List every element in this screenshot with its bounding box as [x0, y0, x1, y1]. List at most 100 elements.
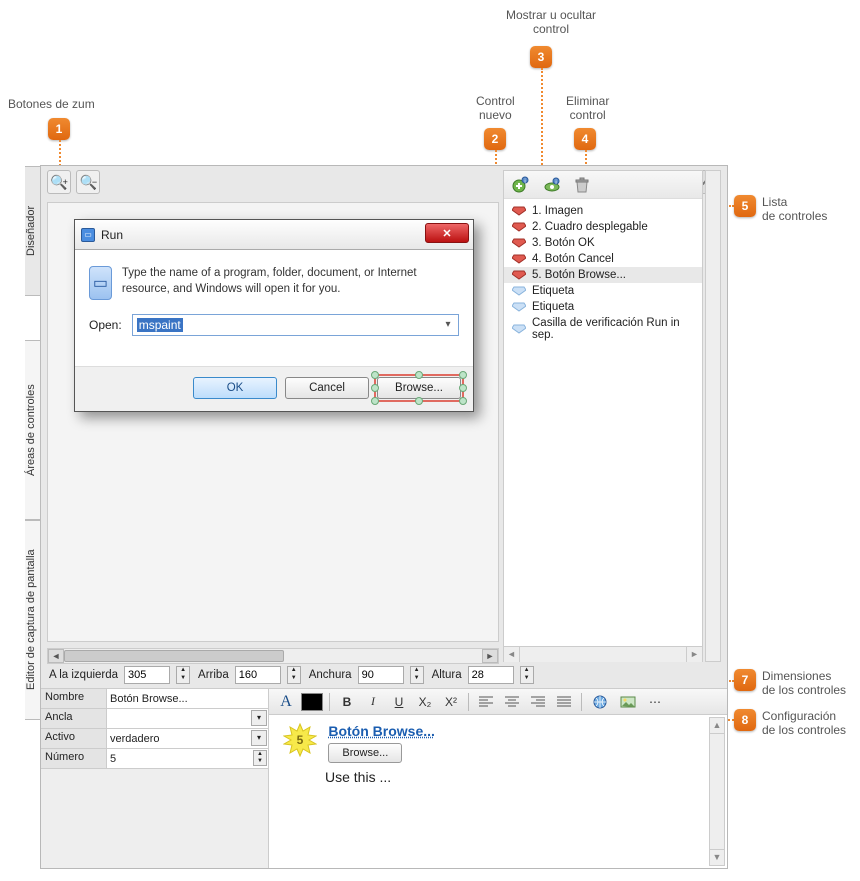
prop-anchor-label: Ancla — [41, 709, 107, 728]
controls-panel: i i 1. Imagen 2. Cuadro desplegable 3. Bot… — [503, 170, 703, 662]
height-input[interactable] — [468, 666, 514, 684]
delete-control-button[interactable] — [572, 175, 592, 195]
zoom-in-button[interactable]: 🔍+ — [47, 170, 71, 194]
callout-marker-3: 3 — [530, 46, 552, 68]
ok-button[interactable]: OK — [193, 377, 277, 399]
scroll-track[interactable] — [520, 647, 686, 662]
scroll-thumb[interactable] — [64, 650, 284, 662]
editor-content[interactable]: 5 Botón Browse... Browse... Use this ... — [269, 715, 727, 793]
resize-handle[interactable] — [371, 371, 379, 379]
resize-handle[interactable] — [371, 397, 379, 405]
tab-screenshot-editor[interactable]: Editor de captura de pantalla — [25, 520, 41, 720]
run-dialog-titlebar[interactable]: ▭ Run ✕ — [75, 220, 473, 250]
prop-anchor-value[interactable]: ▾ — [107, 709, 268, 728]
control-list-item[interactable]: 4. Botón Cancel — [504, 251, 702, 267]
italic-button[interactable]: I — [362, 692, 384, 712]
align-justify-button[interactable] — [553, 692, 575, 712]
design-canvas[interactable]: ▭ Run ✕ ▭ Type the name of a program, fo… — [47, 202, 499, 642]
zoom-out-button[interactable]: 🔍− — [76, 170, 100, 194]
height-spinner[interactable]: ▲▼ — [520, 666, 534, 684]
insert-link-button[interactable] — [588, 692, 612, 712]
callout-zoom-label: Botones de zum — [8, 97, 95, 111]
scroll-left-arrow[interactable]: ◄ — [48, 649, 64, 663]
scroll-down-arrow[interactable]: ▼ — [710, 849, 724, 865]
control-list-item[interactable]: Casilla de verificación Run in sep. — [504, 315, 702, 343]
cancel-button[interactable]: Cancel — [285, 377, 369, 399]
callout-list-label: Lista de controles — [762, 195, 827, 224]
gem-icon — [512, 254, 526, 264]
controls-vertical-scrollbar[interactable] — [705, 170, 721, 662]
align-center-button[interactable] — [501, 692, 523, 712]
control-item-label: 2. Cuadro desplegable — [532, 221, 648, 233]
controls-toolbar: i i — [504, 171, 702, 199]
scroll-left-arrow[interactable]: ◄ — [504, 647, 520, 662]
scroll-track[interactable] — [64, 649, 482, 663]
scroll-up-arrow[interactable]: ▲ — [710, 718, 724, 734]
properties-panel: NombreBotón Browse... Ancla▾ Activoverda… — [41, 688, 269, 868]
top-label: Arriba — [198, 669, 229, 681]
control-list-item[interactable]: Etiqueta — [504, 299, 702, 315]
browse-button[interactable]: Browse... — [377, 377, 461, 399]
callout-new-label: Control nuevo — [476, 94, 515, 123]
number-spinner[interactable]: ▲▼ — [253, 750, 267, 766]
more-button[interactable]: ⋯ — [644, 692, 666, 712]
gem-icon — [512, 206, 526, 216]
subscript-button[interactable]: X₂ — [414, 692, 436, 712]
caption-title[interactable]: Botón Browse... — [328, 723, 435, 739]
control-item-label: 1. Imagen — [532, 205, 583, 217]
controls-horizontal-scrollbar[interactable]: ◄ ► — [504, 646, 702, 662]
insert-image-button[interactable] — [616, 692, 640, 712]
canvas-horizontal-scrollbar[interactable]: ◄ ► — [47, 648, 499, 664]
svg-text:5: 5 — [297, 733, 304, 747]
top-spinner[interactable]: ▲▼ — [287, 666, 301, 684]
prop-number-value[interactable]: 5▲▼ — [107, 749, 268, 768]
align-left-button[interactable] — [475, 692, 497, 712]
control-list-item[interactable]: 2. Cuadro desplegable — [504, 219, 702, 235]
resize-handle[interactable] — [371, 384, 379, 392]
resize-handle[interactable] — [415, 371, 423, 379]
scroll-right-arrow[interactable]: ► — [686, 647, 702, 662]
left-input[interactable] — [124, 666, 170, 684]
tab-designer[interactable]: Diseñador — [25, 166, 41, 296]
resize-handle[interactable] — [459, 371, 467, 379]
underline-button[interactable]: U — [388, 692, 410, 712]
resize-handle[interactable] — [415, 397, 423, 405]
control-list-item[interactable]: Etiqueta — [504, 283, 702, 299]
left-spinner[interactable]: ▲▼ — [176, 666, 190, 684]
scroll-right-arrow[interactable]: ► — [482, 649, 498, 663]
callout-del-label: Eliminar control — [566, 94, 609, 123]
prop-active-value[interactable]: verdadero▾ — [107, 729, 268, 748]
prop-name-value[interactable]: Botón Browse... — [107, 689, 268, 708]
toggle-visibility-button[interactable]: i — [542, 175, 562, 195]
control-list-item[interactable]: 5. Botón Browse... — [504, 267, 702, 283]
chevron-down-icon[interactable]: ▾ — [251, 710, 267, 726]
callout-dims-label: Dimensiones de los controles — [762, 669, 846, 698]
control-list-item[interactable]: 1. Imagen — [504, 203, 702, 219]
run-description: Type the name of a program, folder, docu… — [122, 266, 459, 297]
resize-handle[interactable] — [459, 384, 467, 392]
superscript-button[interactable]: X² — [440, 692, 462, 712]
width-spinner[interactable]: ▲▼ — [410, 666, 424, 684]
bold-button[interactable]: B — [336, 692, 358, 712]
caption-body-text[interactable]: Use this ... — [325, 769, 713, 785]
editor-vertical-scrollbar[interactable]: ▲ ▼ — [709, 717, 725, 866]
tab-control-areas[interactable]: Áreas de controles — [25, 340, 41, 520]
dialog-button-row: OK Cancel Browse... — [75, 366, 473, 411]
open-combobox[interactable]: mspaint ▾ — [132, 314, 459, 336]
close-button[interactable]: ✕ — [425, 223, 469, 243]
text-color-button[interactable] — [301, 693, 323, 711]
open-value: mspaint — [137, 318, 183, 332]
run-logo-icon: ▭ — [89, 266, 112, 300]
resize-handle[interactable] — [459, 397, 467, 405]
chevron-down-icon[interactable]: ▾ — [440, 317, 456, 333]
top-input[interactable] — [235, 666, 281, 684]
control-list-item[interactable]: 3. Botón OK — [504, 235, 702, 251]
svg-text:i: i — [555, 180, 556, 186]
font-button[interactable]: A — [275, 692, 297, 712]
callout-conf-label: Configuración de los controles — [762, 709, 846, 738]
chevron-down-icon[interactable]: ▾ — [251, 730, 267, 746]
add-control-button[interactable]: i — [512, 175, 532, 195]
width-input[interactable] — [358, 666, 404, 684]
align-right-button[interactable] — [527, 692, 549, 712]
control-item-label: Etiqueta — [532, 301, 574, 313]
